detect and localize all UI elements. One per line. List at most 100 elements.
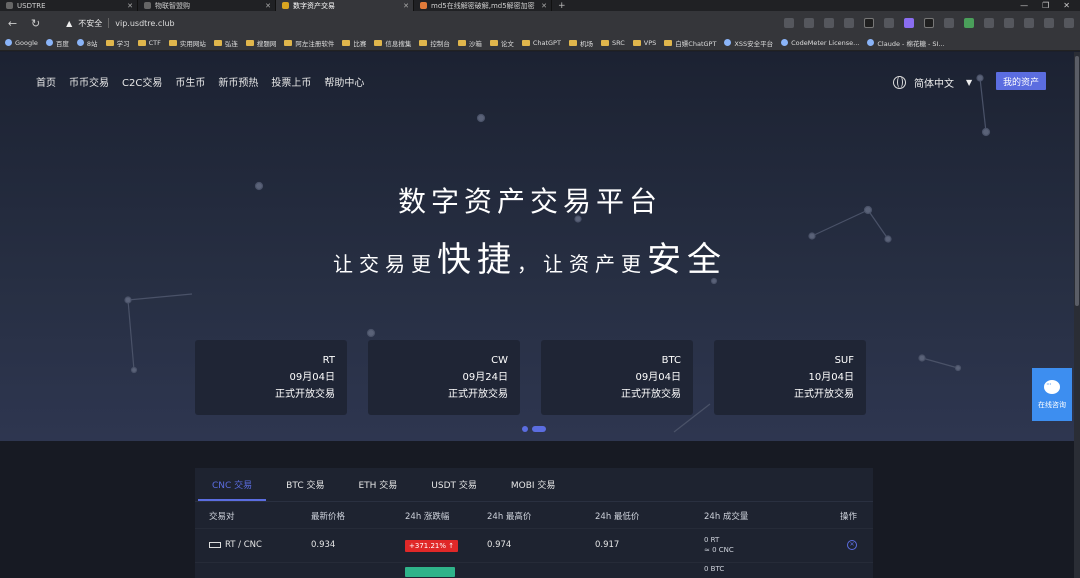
folder-icon [168, 39, 177, 46]
online-consult-button[interactable]: 在线咨询 [1032, 368, 1072, 421]
folder-icon [664, 39, 673, 46]
extension-icon-6[interactable] [964, 18, 975, 28]
globe-icon [893, 76, 906, 89]
window-controls: — ❐ ✕ [1020, 0, 1080, 11]
new-tab-button[interactable]: + [552, 0, 572, 11]
trade-action-icon[interactable]: ✕ [847, 540, 857, 550]
star-dot [918, 354, 926, 362]
bookmark-item[interactable]: 实用网站 [168, 38, 206, 48]
favorite-star-icon[interactable] [844, 18, 855, 28]
bookmark-item[interactable]: ChatGPT [521, 39, 561, 47]
bookmark-item[interactable]: 白嫖ChatGPT [664, 38, 716, 48]
bookmark-item[interactable]: Claude - 棉花糖 - SI... [867, 38, 945, 48]
volume-value: 0 RT [704, 536, 720, 544]
language-selector[interactable]: 简体中文 ▼ [893, 75, 972, 90]
key-icon[interactable] [784, 18, 795, 28]
restore-icon[interactable]: ❐ [1042, 1, 1049, 10]
browser-tab-2[interactable]: 数字资产交易 ✕ [276, 0, 414, 11]
bookmark-item[interactable]: XSS安全平台 [724, 38, 773, 48]
extension-icon-5[interactable] [944, 18, 955, 28]
bookmark-item[interactable]: SRC [600, 39, 625, 47]
more-menu-icon[interactable] [1064, 18, 1075, 28]
folder-icon [568, 39, 577, 46]
tab-close-icon[interactable]: ✕ [403, 2, 409, 10]
bookmark-item[interactable]: 论文 [489, 38, 514, 48]
table-row-partial[interactable]: 0 BTC [195, 562, 873, 578]
tab-close-icon[interactable]: ✕ [127, 2, 133, 10]
launch-coin: SUF [834, 355, 854, 366]
browser-tab-1[interactable]: 物联智盟购 ✕ [138, 0, 276, 11]
star-dot [476, 113, 486, 123]
launch-date: 09月24日 [462, 372, 508, 383]
extensions-puzzle-icon[interactable] [984, 18, 995, 28]
bookmark-item[interactable]: 搜题网 [245, 38, 276, 48]
tab-close-icon[interactable]: ✕ [541, 2, 547, 10]
bookmark-item[interactable]: 比赛 [342, 38, 366, 48]
close-window-icon[interactable]: ✕ [1063, 1, 1070, 10]
page-scrollbar[interactable] [1074, 52, 1080, 578]
nav-item-c2c[interactable]: C2C交易 [122, 74, 162, 89]
tab-favicon-icon [420, 2, 427, 9]
nav-item-help[interactable]: 帮助中心 [324, 74, 364, 89]
bookmark-item[interactable]: 学习 [105, 38, 130, 48]
url-field[interactable]: ▲ 不安全 vip.usdtre.club [66, 14, 774, 32]
star-dot [124, 296, 132, 304]
tab-close-icon[interactable]: ✕ [265, 2, 271, 10]
bookmark-item[interactable]: CodeMeter License... [781, 39, 859, 47]
nav-item-home[interactable]: 首页 [36, 74, 56, 89]
browser-tab-3[interactable]: md5在线解密破解,md5解密加密 ✕ [414, 0, 552, 11]
bookmark-item[interactable]: Google [5, 39, 38, 47]
bookmark-item[interactable]: 百度 [45, 38, 69, 48]
launch-card[interactable]: RT 09月04日 正式开放交易 [195, 340, 347, 415]
collections-icon[interactable] [1024, 18, 1035, 28]
pair-label: RT / CNC [225, 540, 262, 550]
split-screen-icon[interactable] [824, 18, 835, 28]
star-dot [981, 127, 991, 137]
bookmark-item[interactable]: 沙箱 [457, 38, 482, 48]
bookmark-item[interactable]: 控制台 [419, 38, 450, 48]
launch-card[interactable]: BTC 09月04日 正式开放交易 [541, 340, 693, 415]
my-assets-button[interactable]: 我的资产 [996, 72, 1046, 90]
launch-card[interactable]: SUF 10月04日 正式开放交易 [714, 340, 866, 415]
bookmark-item[interactable]: 弘连 [213, 38, 238, 48]
scrollbar-thumb[interactable] [1075, 56, 1079, 306]
extension-icon-1[interactable] [864, 18, 875, 28]
profile-icon[interactable] [1044, 18, 1055, 28]
bookmark-label: VPS [643, 38, 657, 47]
bookmark-label: 百度 [55, 39, 69, 48]
nav-item-coin-trading[interactable]: 币币交易 [69, 74, 109, 89]
table-row[interactable]: RT / CNC 0.934 +371.21% ↑ 0.974 0.917 0 … [195, 528, 873, 562]
launch-card[interactable]: CW 09月24日 正式开放交易 [368, 340, 520, 415]
tab-eth[interactable]: ETH 交易 [341, 468, 414, 501]
bookmark-label: 控制台 [430, 39, 450, 48]
constellation-line [979, 77, 987, 133]
reload-icon[interactable]: ↻ [29, 17, 42, 30]
tab-mobi[interactable]: MOBI 交易 [494, 468, 573, 501]
folder-icon [105, 39, 114, 46]
bookmark-item[interactable]: 阿左注册软件 [284, 38, 334, 48]
nav-item-vote[interactable]: 投票上币 [271, 74, 311, 89]
nav-item-new-coin[interactable]: 新币预热 [218, 74, 258, 89]
pair-cell: RT / CNC [209, 540, 262, 550]
bookmark-item[interactable]: CTF [137, 39, 161, 47]
favorites-icon[interactable] [1004, 18, 1015, 28]
tab-btc[interactable]: BTC 交易 [269, 468, 341, 501]
bookmark-item[interactable]: VPS [632, 38, 657, 47]
extension-icon-2[interactable] [884, 18, 895, 28]
bookmark-item[interactable]: 信息搜集 [374, 38, 411, 48]
launch-cards: RT 09月04日 正式开放交易 CW 09月24日 正式开放交易 BTC 09… [195, 340, 866, 415]
tab-cnc[interactable]: CNC 交易 [195, 468, 269, 501]
back-icon[interactable]: ← [6, 17, 19, 30]
col-low: 24h 最低价 [595, 512, 640, 522]
carousel-dot-active[interactable] [532, 426, 546, 432]
bookmark-item[interactable]: 8站 [76, 38, 98, 48]
tab-usdt[interactable]: USDT 交易 [414, 468, 494, 501]
bookmark-item[interactable]: 机场 [568, 38, 593, 48]
extension-icon-3[interactable] [904, 18, 915, 28]
minimize-icon[interactable]: — [1020, 1, 1028, 10]
browser-tab-0[interactable]: USDTRE ✕ [0, 0, 138, 11]
read-aloud-icon[interactable] [804, 18, 815, 28]
nav-item-coin-earn[interactable]: 币生币 [175, 74, 205, 89]
carousel-dot[interactable] [522, 426, 528, 432]
extension-icon-4[interactable] [924, 18, 935, 28]
